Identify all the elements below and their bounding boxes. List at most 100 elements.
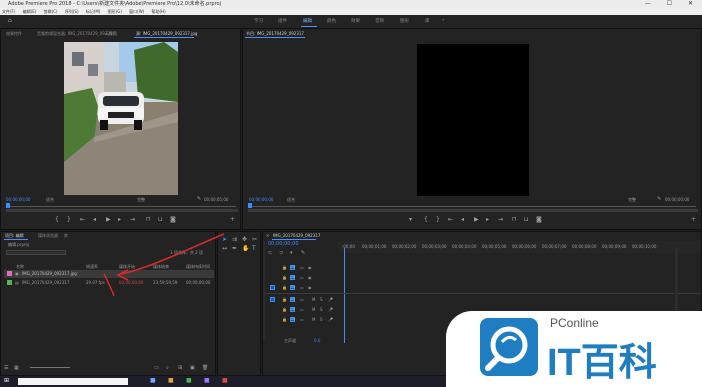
pen-tool-icon[interactable]: ✒ xyxy=(232,246,237,252)
workspace-assembly[interactable]: 组件 xyxy=(278,18,287,24)
overwrite-icon[interactable]: ⊔ xyxy=(158,217,163,223)
menu-marker[interactable]: 标记(M) xyxy=(86,9,101,14)
new-item-icon[interactable]: ⊞ xyxy=(178,365,182,371)
program-go-out-icon[interactable]: ⇥ xyxy=(498,217,503,223)
program-mark-in-icon[interactable]: { xyxy=(424,217,428,223)
step-forward-icon[interactable]: ▸ xyxy=(118,217,121,223)
workspace-color[interactable]: 颜色 xyxy=(327,18,336,24)
mark-in-icon[interactable]: { xyxy=(55,217,59,223)
source-playhead[interactable] xyxy=(6,203,10,208)
sync-lock-icon[interactable]: ▭ xyxy=(300,317,304,322)
program-timecode[interactable]: 00;00;00;00 xyxy=(249,197,273,202)
lock-icon[interactable]: 🔒 xyxy=(282,275,287,280)
source-quality-select[interactable]: 完整 xyxy=(137,197,145,203)
sync-lock-icon[interactable]: ▭ xyxy=(300,307,304,312)
tab-audio-clip-mixer[interactable]: 音频剪辑混合器: IMG_20170429_092317 xyxy=(37,31,115,37)
workspace-graphics[interactable]: 图形 xyxy=(400,18,409,24)
mute-icon[interactable]: M xyxy=(312,297,315,302)
program-zoom-bar[interactable] xyxy=(248,209,698,212)
lock-icon[interactable]: 🔒 xyxy=(282,265,287,270)
window-controls[interactable]: — ☐ ✕ xyxy=(645,0,700,8)
solo-icon[interactable]: S xyxy=(320,307,323,312)
tab-library[interactable]: 库 xyxy=(64,233,68,239)
linked-selection-icon[interactable]: ⊃ xyxy=(279,250,283,256)
play-icon[interactable]: ▶ xyxy=(106,217,111,223)
taskbar-premiere-icon[interactable]: ■ xyxy=(204,378,210,384)
lock-icon[interactable]: 🔒 xyxy=(282,317,287,322)
label-color-swatch[interactable] xyxy=(7,271,12,276)
workspace-effects[interactable]: 效果 xyxy=(351,18,360,24)
source-timecode[interactable]: 00;00;00;00 xyxy=(6,197,30,202)
extract-icon[interactable]: ⊔ xyxy=(524,217,529,223)
program-quality-select[interactable]: 完整 xyxy=(628,197,636,203)
tab-sequence[interactable]: IMG_20170429_092317 xyxy=(273,233,320,238)
taskbar-search-input[interactable] xyxy=(18,378,128,385)
taskbar-app-icon[interactable]: ■ xyxy=(150,378,156,384)
row-name[interactable]: IMG_20170429_092317 xyxy=(22,280,69,285)
label-color-swatch[interactable] xyxy=(7,280,12,285)
workspace-learn[interactable]: 学习 xyxy=(254,18,263,24)
timeline-ruler[interactable]: :00;00 00;00;01;00 00;00;02;00 00;00;03;… xyxy=(338,241,700,253)
go-to-out-icon[interactable]: ⇥ xyxy=(130,217,135,223)
program-step-back-icon[interactable]: ◂ xyxy=(461,217,464,223)
taskbar-folder-icon[interactable]: ■ xyxy=(168,378,174,384)
lock-icon[interactable]: 🔒 xyxy=(282,297,287,302)
program-go-in-icon[interactable]: ⇤ xyxy=(448,217,453,223)
new-folder-icon[interactable]: ▣ xyxy=(190,365,195,371)
program-camera-icon[interactable]: ◙ xyxy=(536,217,542,223)
zoom-slider[interactable] xyxy=(30,367,70,368)
program-wrench-icon[interactable]: ✎ xyxy=(657,196,661,202)
program-add-button-icon[interactable]: + xyxy=(691,217,696,223)
source-patch[interactable] xyxy=(270,297,275,302)
wrench-icon[interactable]: ✎ xyxy=(197,196,201,202)
mark-out-icon[interactable]: } xyxy=(67,217,71,223)
source-time-ruler[interactable] xyxy=(8,206,236,207)
workspace-audio[interactable]: 音频 xyxy=(375,18,384,24)
program-playhead[interactable] xyxy=(248,203,252,208)
program-time-ruler[interactable] xyxy=(250,206,696,207)
program-marker-icon[interactable]: ▾ xyxy=(409,217,412,223)
step-back-icon[interactable]: ◂ xyxy=(93,217,96,223)
project-search-input[interactable] xyxy=(6,250,66,255)
type-tool-icon[interactable]: T xyxy=(252,246,256,252)
source-zoom-bar[interactable] xyxy=(6,209,238,212)
taskbar-app-icon[interactable]: ■ xyxy=(222,378,228,384)
program-play-icon[interactable]: ▶ xyxy=(474,217,479,223)
timeline-settings-icon[interactable]: ✎ xyxy=(301,250,305,256)
menu-edit[interactable]: 编辑(E) xyxy=(23,9,37,14)
sync-lock-icon[interactable]: ▭ xyxy=(300,265,304,270)
program-step-forward-icon[interactable]: ▸ xyxy=(486,217,489,223)
tab-effect-controls[interactable]: 效果控件 xyxy=(6,31,22,37)
sync-lock-icon[interactable]: ▭ xyxy=(300,285,304,290)
eye-icon[interactable]: ◉ xyxy=(308,265,312,270)
mute-icon[interactable]: M xyxy=(312,317,315,322)
mic-icon[interactable]: 🎤 xyxy=(328,297,333,302)
solo-icon[interactable]: S xyxy=(320,317,323,322)
ripple-edit-tool-icon[interactable]: ✥ xyxy=(242,237,247,243)
start-icon[interactable]: ⊞ xyxy=(4,378,9,384)
trash-icon[interactable]: 🗑 xyxy=(202,365,208,371)
mic-icon[interactable]: 🎤 xyxy=(328,317,333,322)
go-to-in-icon[interactable]: ⇤ xyxy=(80,217,85,223)
add-marker-icon[interactable]: ▾ xyxy=(290,250,293,256)
track-select-tool-icon[interactable]: ⇉ xyxy=(232,237,237,243)
sync-lock-icon[interactable]: ▭ xyxy=(300,275,304,280)
timeline-timecode[interactable]: 00;00;00;00 xyxy=(268,241,299,247)
new-bin-icon[interactable]: ▭ xyxy=(154,365,159,371)
timeline-close-icon[interactable]: ✕ xyxy=(266,233,269,238)
search-icon[interactable]: ⌕ xyxy=(166,365,169,371)
sync-lock-icon[interactable]: ▭ xyxy=(300,297,304,302)
source-patch[interactable] xyxy=(270,285,275,290)
insert-icon[interactable]: ⊓ xyxy=(146,217,151,223)
tab-media-browser[interactable]: 媒体浏览器 xyxy=(38,233,58,239)
eye-icon[interactable]: ◉ xyxy=(308,275,312,280)
workspace-editing[interactable]: 编辑 xyxy=(303,18,312,24)
solo-icon[interactable]: S xyxy=(320,297,323,302)
lift-icon[interactable]: ⊓ xyxy=(512,217,517,223)
icon-view-icon[interactable]: ▦ xyxy=(14,365,19,371)
menu-file[interactable]: 文件(F) xyxy=(2,9,15,14)
workspace-more[interactable]: » xyxy=(442,18,445,23)
hand-tool-icon[interactable]: ✋ xyxy=(242,246,249,252)
timeline-playhead[interactable] xyxy=(344,248,345,343)
add-button-icon[interactable]: + xyxy=(230,217,235,223)
